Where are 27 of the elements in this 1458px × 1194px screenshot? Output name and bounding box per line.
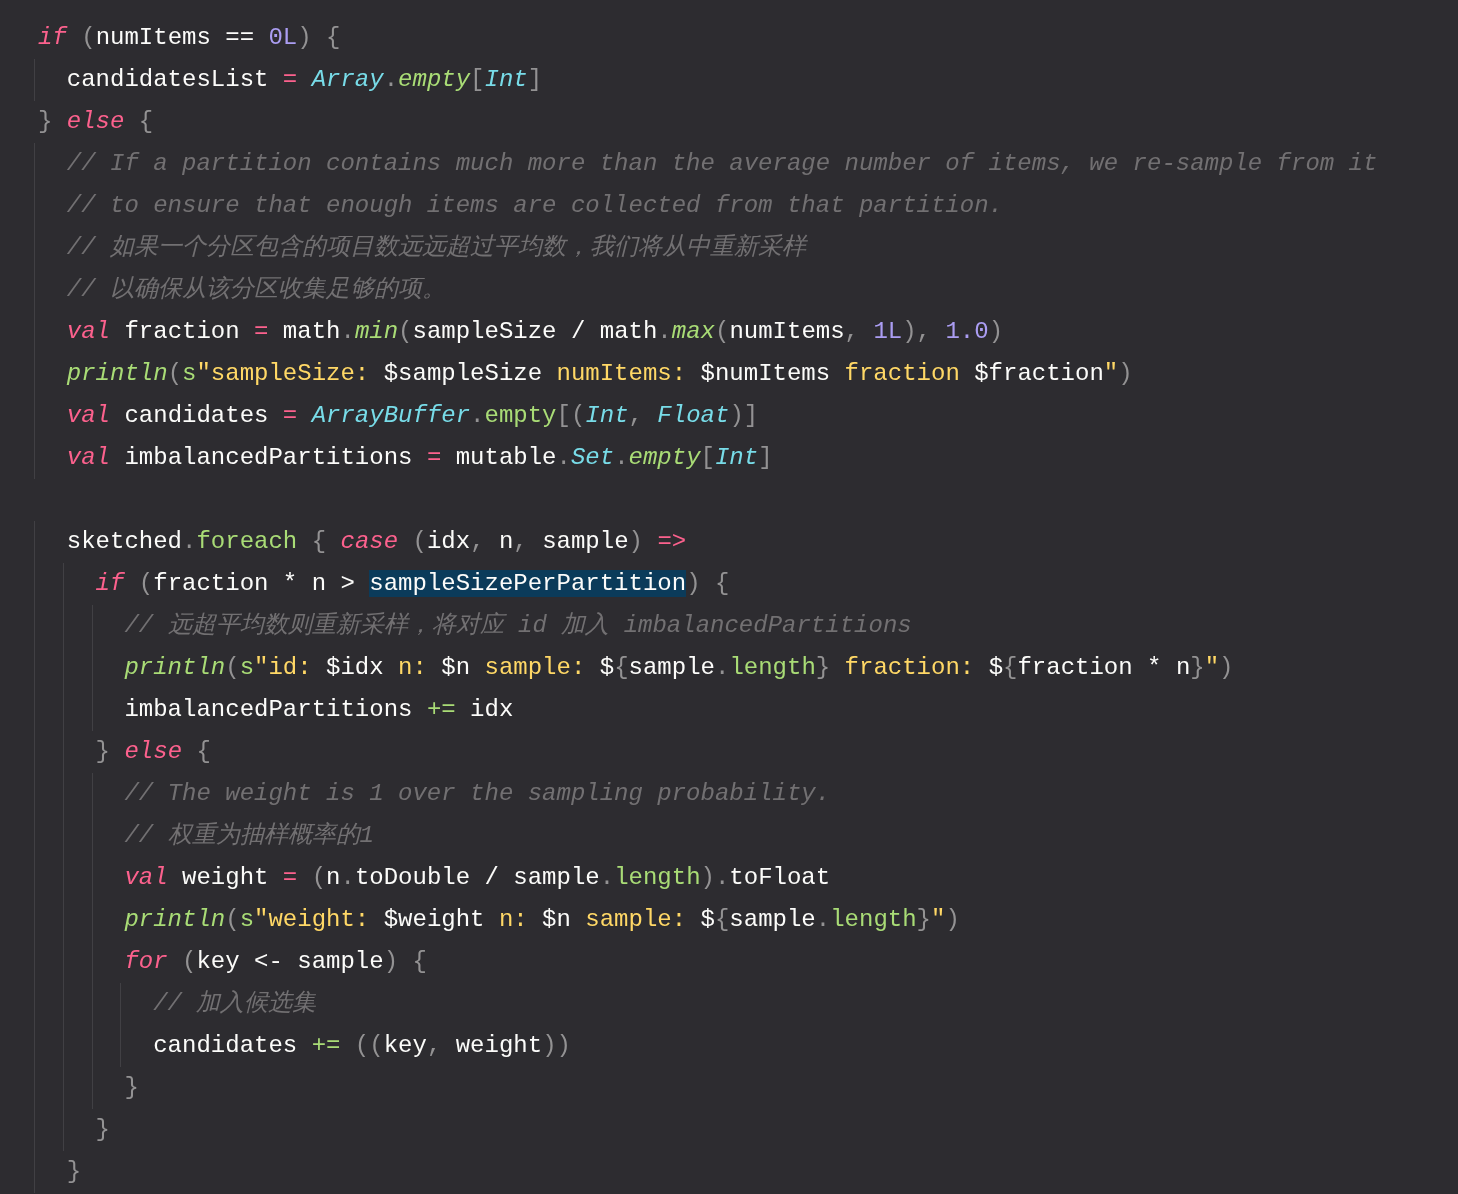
code-line: // to ensure that enough items are collected from that partition. xyxy=(65,191,1003,221)
code-line: if (fraction * n > sampleSizePerPartition) { xyxy=(94,569,730,599)
code-line: // 加入候选集 xyxy=(152,989,317,1019)
code-line: val fraction = math.min(sampleSize / math.max(numItems, 1L), 1.0) xyxy=(65,317,1004,347)
code-line: val weight = (n.toDouble / sample.length).toFloat xyxy=(123,863,831,893)
code-line: } xyxy=(123,1073,139,1103)
code-line: // 以确保从该分区收集足够的项。 xyxy=(65,275,446,305)
code-line: sketched.foreach { case (idx, n, sample) => xyxy=(65,527,687,557)
code-line: println(s"id: $idx n: $n sample: ${sample.length} fraction: ${fraction * n}") xyxy=(123,653,1234,683)
code-line: // 如果一个分区包含的项目数远远超过平均数，我们将从中重新采样 xyxy=(65,233,806,263)
code-line: if (numItems == 0L) { xyxy=(38,23,341,53)
code-line: val candidates = ArrayBuffer.empty[(Int, Float)] xyxy=(65,401,759,431)
code-line: // If a partition contains much more than the average number of items, we re-sample from it xyxy=(65,149,1378,179)
code-line: for (key <- sample) { xyxy=(123,947,427,977)
code-line: // 远超平均数则重新采样，将对应 id 加入 imbalancedPartitions xyxy=(123,611,912,641)
code-line: } else { xyxy=(94,737,211,767)
code-line: } xyxy=(94,1115,110,1145)
code-line: imbalancedPartitions += idx xyxy=(123,695,514,725)
code-line: } xyxy=(65,1157,82,1187)
code-line: // 权重为抽样概率的1 xyxy=(123,821,375,851)
code-line: println(s"sampleSize: $sampleSize numItems: $numItems fraction $fraction") xyxy=(65,359,1133,389)
code-line: } else { xyxy=(38,107,154,137)
code-line: // The weight is 1 over the sampling probability. xyxy=(123,779,831,809)
code-line: val imbalancedPartitions = mutable.Set.empty[Int] xyxy=(65,443,773,473)
code-line: candidates += ((key, weight)) xyxy=(152,1031,571,1061)
code-line: println(s"weight: $weight n: $n sample: ${sample.length}") xyxy=(123,905,960,935)
code-line: candidatesList = Array.empty[Int] xyxy=(65,65,543,95)
